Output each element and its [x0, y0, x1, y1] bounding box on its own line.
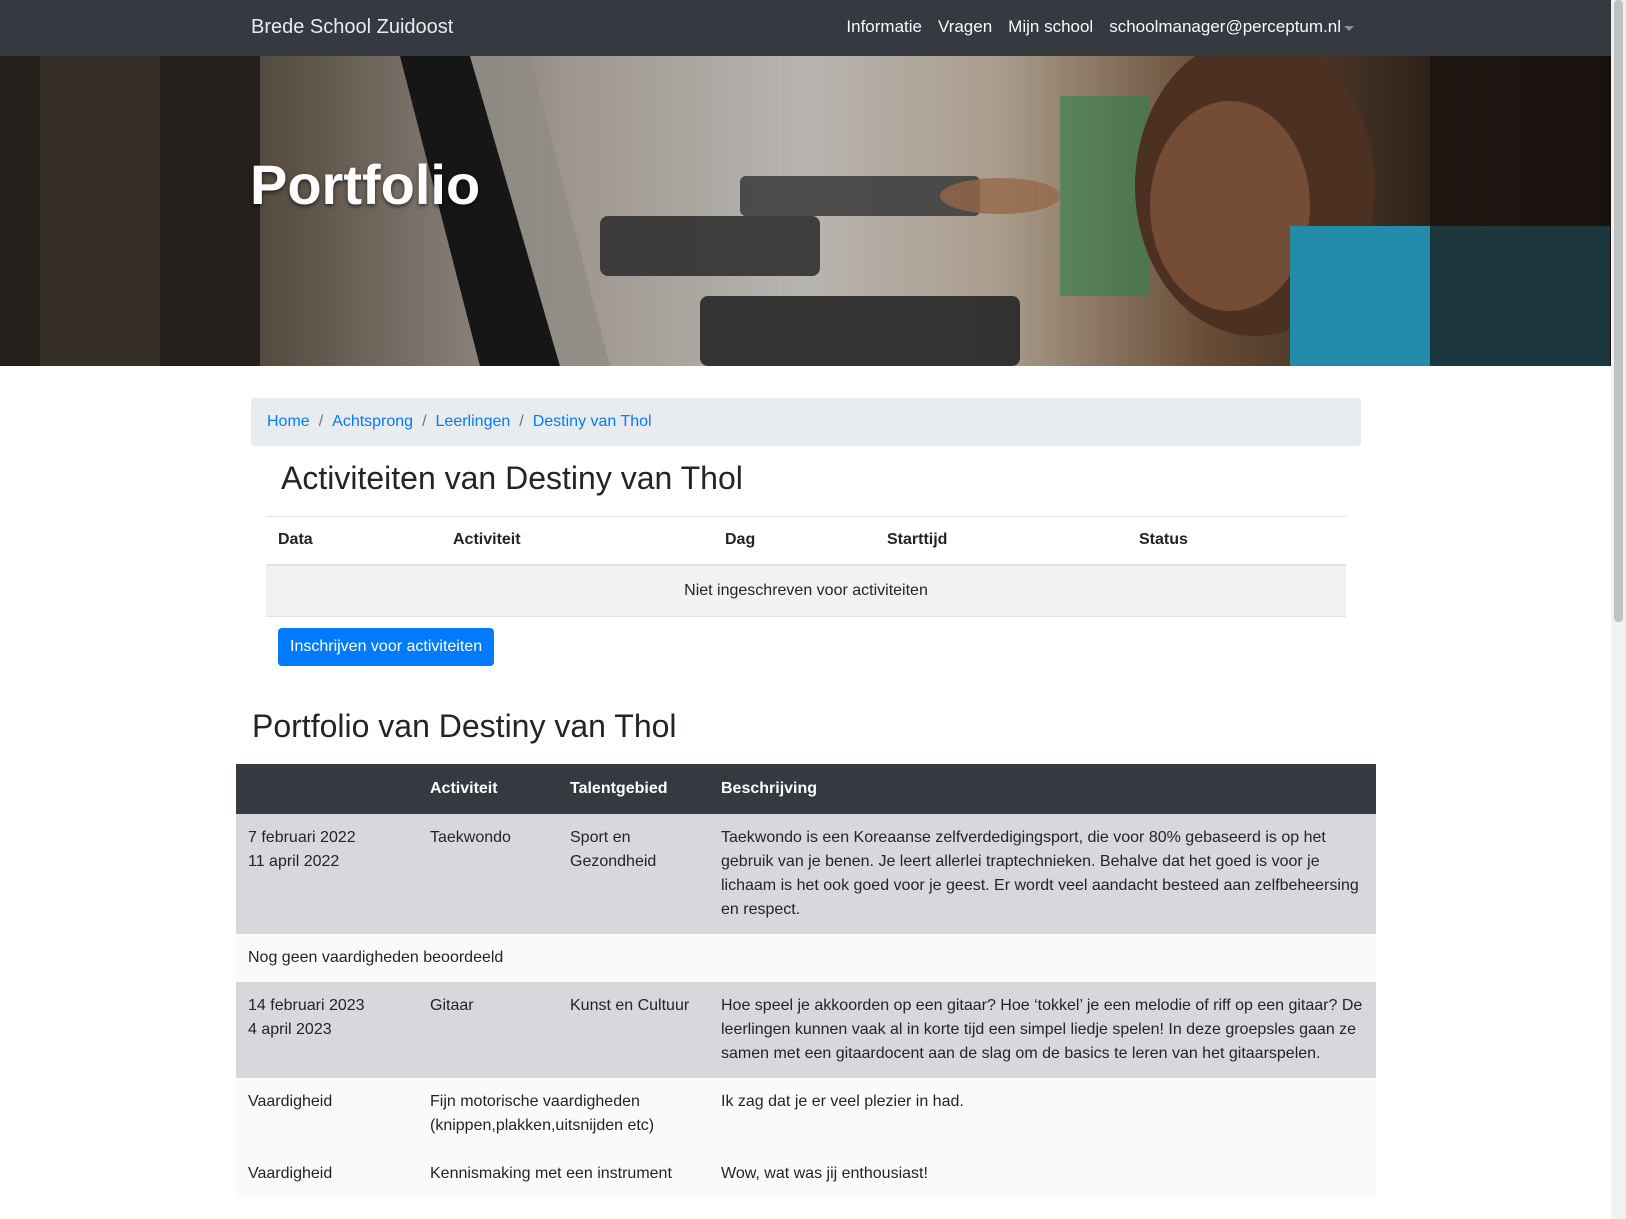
portfolio-table: Activiteit Talentgebied Beschrijving 7 f…: [236, 764, 1376, 1198]
end-date: 11 april 2022: [248, 853, 340, 870]
top-navbar: Brede School Zuidoost Informatie Vragen …: [0, 0, 1611, 56]
start-date: 14 februari 2023: [248, 997, 365, 1014]
table-row: Niet ingeschreven voor activiteiten: [266, 564, 1346, 617]
hero-photo: [0, 56, 1611, 366]
skills-note: Nog geen vaardigheden beoordeeld: [236, 934, 1376, 982]
caret-down-icon[interactable]: [1344, 26, 1354, 31]
talent-area-line: Sport en: [570, 829, 631, 846]
table-row: Vaardigheid Fijn motorische vaardigheden…: [236, 1078, 1376, 1150]
breadcrumb-separator: /: [422, 413, 427, 430]
empty-message: Niet ingeschreven voor activiteiten: [266, 564, 1346, 617]
breadcrumb-achtsprong[interactable]: Achtsprong: [332, 413, 413, 431]
start-date: 7 februari 2022: [248, 829, 356, 846]
col-data: Data: [266, 516, 441, 566]
nav-links: Informatie Vragen Mijn school schoolmana…: [846, 17, 1341, 37]
entry-description: Taekwondo is een Koreaanse zelfverdedigi…: [709, 814, 1376, 934]
table-row: Nog geen vaardigheden beoordeeld: [236, 934, 1376, 982]
col-dates: [236, 764, 418, 814]
hero-banner: Portfolio: [0, 56, 1611, 366]
activities-table: Data Activiteit Dag Starttijd Status Nie…: [266, 516, 1346, 617]
skill-label: Vaardigheid: [236, 1150, 418, 1198]
col-activiteit: Activiteit: [418, 764, 558, 814]
table-row: Vaardigheid Kennismaking met een instrum…: [236, 1150, 1376, 1198]
breadcrumb-student[interactable]: Destiny van Thol: [533, 413, 652, 431]
portfolio-header-row: Activiteit Talentgebied Beschrijving: [236, 764, 1376, 814]
entry-description: Hoe speel je akkoorden op een gitaar? Ho…: [709, 982, 1376, 1078]
col-beschrijving: Beschrijving: [709, 764, 1376, 814]
entry-dates: 7 februari 2022 11 april 2022: [236, 814, 418, 934]
skill-comment: Ik zag dat je er veel plezier in had.: [709, 1078, 1376, 1150]
entry-dates: 14 februari 2023 4 april 2023: [236, 982, 418, 1078]
nav-user-account[interactable]: schoolmanager@perceptum.nl: [1109, 17, 1341, 37]
table-row: 14 februari 2023 4 april 2023 Gitaar Kun…: [236, 982, 1376, 1078]
table-row: 7 februari 2022 11 april 2022 Taekwondo …: [236, 814, 1376, 934]
skill-name: Fijn motorische vaardigheden (knippen,pl…: [418, 1078, 709, 1150]
hero-title: Portfolio: [250, 152, 481, 216]
skill-label: Vaardigheid: [236, 1078, 418, 1150]
breadcrumb-home[interactable]: Home: [267, 413, 310, 431]
breadcrumb: Home / Achtsprong / Leerlingen / Destiny…: [251, 398, 1361, 446]
activities-header-row: Data Activiteit Dag Starttijd Status: [266, 516, 1346, 566]
breadcrumb-leerlingen[interactable]: Leerlingen: [436, 413, 511, 431]
col-dag: Dag: [713, 516, 875, 566]
entry-activity: Gitaar: [418, 982, 558, 1078]
col-talentgebied: Talentgebied: [558, 764, 709, 814]
scrollbar-thumb[interactable]: [1614, 0, 1623, 622]
activities-heading: Activiteiten van Destiny van Thol: [281, 460, 743, 496]
col-starttijd: Starttijd: [875, 516, 1127, 566]
skill-name: Kennismaking met een instrument: [418, 1150, 709, 1198]
nav-vragen[interactable]: Vragen: [938, 17, 992, 37]
entry-activity: Taekwondo: [418, 814, 558, 934]
breadcrumb-separator: /: [318, 413, 324, 430]
col-status: Status: [1127, 516, 1346, 566]
brand-name[interactable]: Brede School Zuidoost: [251, 16, 453, 39]
end-date: 4 april 2023: [248, 1021, 332, 1038]
nav-mijn-school[interactable]: Mijn school: [1008, 17, 1093, 37]
entry-talent-area: Sport en Gezondheid: [558, 814, 709, 934]
vertical-scrollbar[interactable]: [1611, 0, 1626, 1219]
enroll-activities-button[interactable]: Inschrijven voor activiteiten: [278, 628, 495, 666]
entry-talent-area: Kunst en Cultuur: [558, 982, 709, 1078]
nav-informatie[interactable]: Informatie: [846, 17, 922, 37]
breadcrumb-separator: /: [519, 413, 524, 430]
skill-comment: Wow, wat was jij enthousiast!: [709, 1150, 1376, 1198]
portfolio-heading: Portfolio van Destiny van Thol: [252, 708, 677, 744]
col-activiteit: Activiteit: [441, 516, 713, 566]
talent-area-line: Gezondheid: [570, 853, 657, 870]
